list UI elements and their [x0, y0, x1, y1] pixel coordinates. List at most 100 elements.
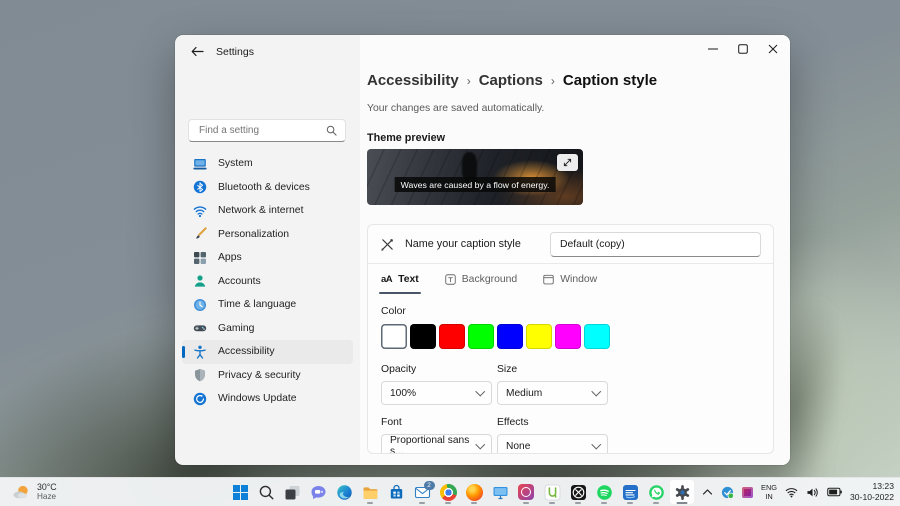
minimize-button[interactable]: [698, 35, 728, 63]
color-swatch-black[interactable]: [410, 324, 436, 349]
expand-preview-button[interactable]: [557, 154, 578, 171]
taskbar-chat-button[interactable]: [305, 479, 331, 505]
weather-sun-cloud-icon: [12, 484, 31, 501]
battery-icon[interactable]: [827, 487, 842, 497]
sidebar-item-accessibility[interactable]: Accessibility: [182, 340, 353, 364]
taskbar-firefox-button[interactable]: [461, 479, 487, 505]
size-dropdown[interactable]: Medium: [497, 381, 608, 405]
breadcrumb-accessibility[interactable]: Accessibility: [367, 72, 459, 89]
color-swatch-green[interactable]: [468, 324, 494, 349]
maximize-button[interactable]: [728, 35, 758, 63]
sidebar-item-apps[interactable]: Apps: [182, 246, 353, 270]
tab-label: Background: [462, 274, 517, 285]
color-swatch-cyan[interactable]: [584, 324, 610, 349]
mail-unread-badge: 2: [424, 481, 435, 490]
sidebar-item-windows-update[interactable]: Windows Update: [182, 387, 353, 411]
running-indicator: [627, 502, 633, 505]
taskbar-start-button[interactable]: [227, 479, 253, 505]
edge-browser-icon: [336, 484, 353, 501]
taskbar-spotify-button[interactable]: [591, 479, 617, 505]
wifi-icon[interactable]: [785, 487, 798, 498]
sidebar-item-label: Accounts: [218, 276, 261, 287]
color-swatch-yellow[interactable]: [526, 324, 552, 349]
system-tray: ENG IN 13:23 30-10-2022: [702, 478, 897, 506]
close-icon: [768, 44, 778, 54]
effects-dropdown[interactable]: None: [497, 434, 608, 454]
chat-icon: [310, 484, 327, 501]
running-indicator: [367, 502, 373, 505]
running-indicator: [419, 502, 425, 505]
tab-text[interactable]: aA Text: [381, 264, 419, 295]
color-swatch-red[interactable]: [439, 324, 465, 349]
display-app-icon: [492, 484, 509, 501]
window-tab-icon: [543, 274, 554, 285]
taskbar-file-explorer-button[interactable]: [357, 479, 383, 505]
color-swatch-magenta[interactable]: [555, 324, 581, 349]
volume-icon[interactable]: [806, 487, 819, 498]
taskbar-display-app-button[interactable]: [487, 479, 513, 505]
taskbar-prime-video-button[interactable]: [617, 479, 643, 505]
background-tab-icon: [445, 274, 456, 285]
color-swatch-blue[interactable]: [497, 324, 523, 349]
security-tray-icon[interactable]: [721, 486, 734, 499]
sidebar-item-network-internet[interactable]: Network & internet: [182, 199, 353, 223]
taskbar-microsoft-store-button[interactable]: [383, 479, 409, 505]
tab-background[interactable]: Background: [445, 264, 517, 295]
taskbar: 30°C Haze: [0, 477, 900, 506]
text-tab-icon: aA: [381, 274, 392, 285]
sidebar-item-privacy-security[interactable]: Privacy & security: [182, 364, 353, 388]
microsoft-store-icon: [388, 484, 405, 501]
opacity-dropdown[interactable]: 100%: [381, 381, 492, 405]
taskbar-utorrent-button[interactable]: [539, 479, 565, 505]
taskbar-clock[interactable]: 13:23 30-10-2022: [850, 481, 894, 503]
clock-icon: [192, 297, 207, 312]
back-button[interactable]: [183, 40, 211, 63]
language-indicator[interactable]: ENG IN: [761, 483, 777, 502]
wifi-icon: [192, 203, 207, 218]
taskbar-edge-button[interactable]: [331, 479, 357, 505]
caption-name-input[interactable]: [550, 232, 761, 257]
caption-style-tabs: aA Text Background Window: [368, 264, 773, 295]
font-dropdown[interactable]: Proportional sans s...: [381, 434, 492, 454]
chevron-down-icon: [591, 439, 600, 448]
close-button[interactable]: [758, 35, 788, 63]
firefox-icon: [466, 484, 483, 501]
xbox-icon: [570, 484, 587, 501]
taskbar-chrome-button[interactable]: [435, 479, 461, 505]
prime-video-icon: [622, 484, 639, 501]
tab-label: Text: [398, 274, 419, 285]
settings-search-box[interactable]: [188, 119, 346, 142]
taskbar-whatsapp-button[interactable]: [643, 479, 669, 505]
taskbar-task-view-button[interactable]: [279, 479, 305, 505]
sidebar-item-label: Time & language: [218, 299, 296, 310]
search-input[interactable]: [197, 124, 326, 137]
taskbar-mail-button[interactable]: 2: [409, 479, 435, 505]
color-swatch-white[interactable]: [381, 324, 407, 349]
taskbar-settings-button[interactable]: [669, 479, 695, 505]
search-icon: [258, 484, 275, 501]
effects-value: None: [506, 441, 530, 452]
theme-preview-image: Waves are caused by a flow of energy.: [367, 149, 583, 205]
sidebar-item-system[interactable]: System: [182, 152, 353, 176]
running-indicator: [653, 502, 659, 505]
sidebar-item-gaming[interactable]: Gaming: [182, 317, 353, 341]
weather-widget[interactable]: 30°C Haze: [5, 479, 64, 505]
hidden-icons-chevron[interactable]: [702, 488, 713, 496]
sidebar-item-personalization[interactable]: Personalization: [182, 223, 353, 247]
tab-window[interactable]: Window: [543, 264, 597, 295]
sidebar-item-bluetooth-devices[interactable]: Bluetooth & devices: [182, 176, 353, 200]
taskbar-xbox-button[interactable]: [565, 479, 591, 505]
sidebar-item-accounts[interactable]: Accounts: [182, 270, 353, 294]
effects-label: Effects: [497, 417, 608, 428]
breadcrumb-captions[interactable]: Captions: [479, 72, 543, 89]
taskbar-search-button[interactable]: [253, 479, 279, 505]
media-app-icon: [518, 484, 534, 500]
sidebar-item-time-language[interactable]: Time & language: [182, 293, 353, 317]
taskbar-media-app-button[interactable]: [513, 479, 539, 505]
shield-icon: [192, 368, 207, 383]
running-indicator: [575, 502, 581, 505]
breadcrumb-separator: ›: [551, 74, 555, 88]
creative-app-tray-icon[interactable]: [742, 487, 753, 498]
chevron-down-icon: [591, 386, 600, 395]
autosave-note: Your changes are saved automatically.: [367, 103, 544, 114]
